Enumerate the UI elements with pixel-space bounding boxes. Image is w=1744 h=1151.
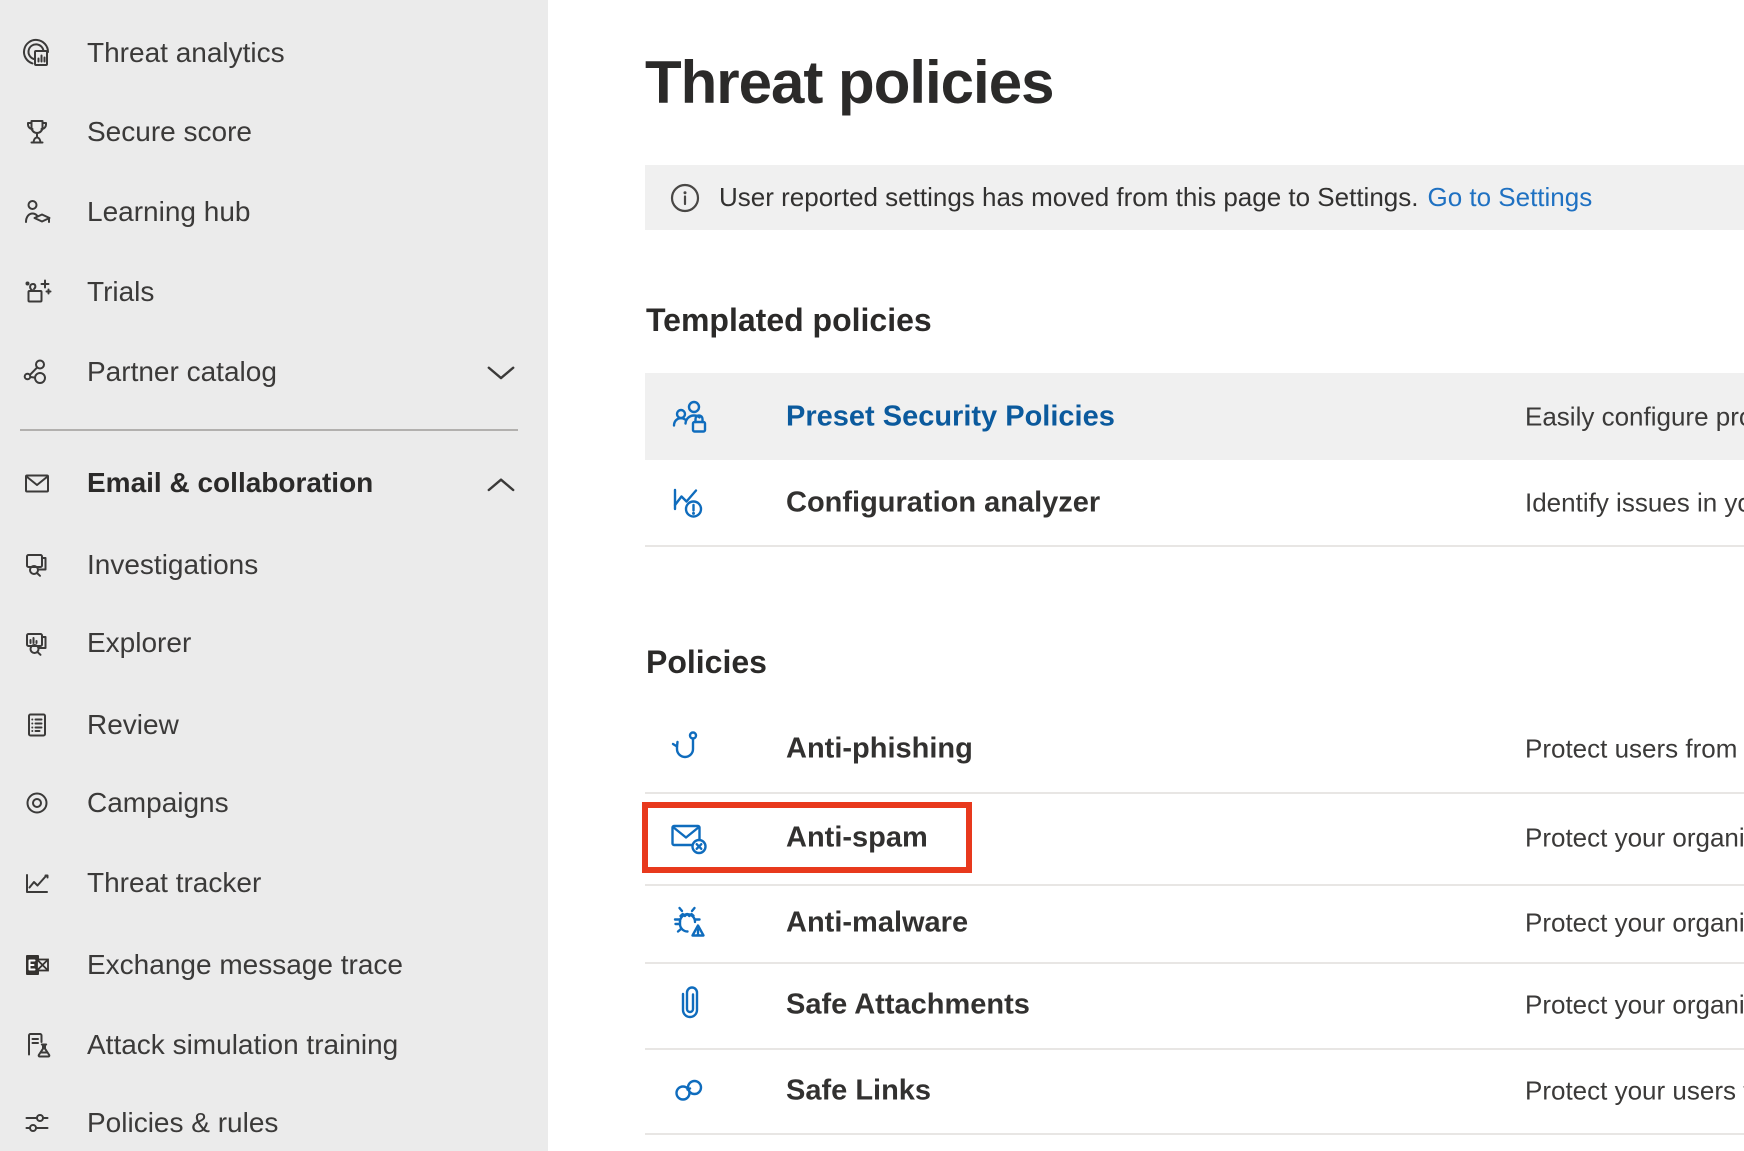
sidebar-item-label: Exchange message trace xyxy=(87,941,403,989)
preset-security-policies-icon xyxy=(668,395,712,439)
sidebar-item-review[interactable]: Review xyxy=(0,701,548,749)
safe-attachments-icon xyxy=(668,983,712,1027)
section-header-templated-policies: Templated policies xyxy=(646,303,932,338)
sidebar-item-attack-simulation-training[interactable]: Attack simulation training xyxy=(0,1021,548,1069)
sidebar-item-label: Secure score xyxy=(87,108,252,156)
sidebar-divider xyxy=(20,429,518,431)
sidebar-item-label: Explorer xyxy=(87,619,191,667)
campaigns-icon xyxy=(20,786,54,820)
sidebar: Threat analytics Secure score Learning h… xyxy=(0,0,548,1151)
row-anti-malware[interactable]: Anti-malware Protect your organiz xyxy=(645,884,1744,964)
policies-rules-icon xyxy=(20,1106,54,1140)
exchange-icon xyxy=(20,948,54,982)
sidebar-item-label: Campaigns xyxy=(87,779,229,827)
sidebar-item-label: Partner catalog xyxy=(87,348,277,396)
row-label-anti-malware[interactable]: Anti-malware xyxy=(786,907,968,940)
sidebar-item-threat-analytics[interactable]: Threat analytics xyxy=(0,29,548,77)
sidebar-item-threat-tracker[interactable]: Threat tracker xyxy=(0,859,548,907)
sidebar-item-learning-hub[interactable]: Learning hub xyxy=(0,188,548,236)
anti-malware-icon xyxy=(668,901,712,945)
sidebar-item-secure-score[interactable]: Secure score xyxy=(0,108,548,156)
row-description: Protect your organiz xyxy=(1525,990,1744,1021)
threat-analytics-icon xyxy=(20,36,54,70)
row-description: Protect users from p xyxy=(1525,733,1744,764)
review-icon xyxy=(20,708,54,742)
page-title: Threat policies xyxy=(645,50,1053,116)
sidebar-item-label: Threat tracker xyxy=(87,859,261,907)
row-description: Protect your organiz xyxy=(1525,823,1744,854)
threat-tracker-icon xyxy=(20,866,54,900)
sidebar-item-exchange-message-trace[interactable]: Exchange message trace xyxy=(0,941,548,989)
explorer-icon xyxy=(20,626,54,660)
configuration-analyzer-icon xyxy=(668,481,712,525)
sidebar-item-policies-rules[interactable]: Policies & rules xyxy=(0,1099,548,1147)
sidebar-item-label: Threat analytics xyxy=(87,29,285,77)
row-label-safe-attachments[interactable]: Safe Attachments xyxy=(786,989,1030,1022)
chevron-up-icon[interactable] xyxy=(486,475,516,493)
row-safe-attachments[interactable]: Safe Attachments Protect your organiz xyxy=(645,962,1744,1050)
secure-score-icon xyxy=(20,115,54,149)
row-label-anti-phishing[interactable]: Anti-phishing xyxy=(786,732,973,765)
sidebar-item-label: Trials xyxy=(87,268,154,316)
sidebar-item-investigations[interactable]: Investigations xyxy=(0,541,548,589)
row-anti-spam[interactable]: Anti-spam Protect your organiz xyxy=(645,792,1744,886)
banner-message: User reported settings has moved from th… xyxy=(719,165,1592,230)
row-label-anti-spam[interactable]: Anti-spam xyxy=(786,822,928,855)
row-safe-links[interactable]: Safe Links Protect your users fr xyxy=(645,1048,1744,1135)
sidebar-item-label: Review xyxy=(87,701,179,749)
section-header-policies: Policies xyxy=(646,645,767,680)
row-configuration-analyzer[interactable]: Configuration analyzer Identify issues i… xyxy=(645,460,1744,547)
row-label-preset-security-policies[interactable]: Preset Security Policies xyxy=(786,400,1115,433)
sidebar-section-email-collaboration[interactable]: Email & collaboration xyxy=(0,459,548,507)
anti-spam-icon xyxy=(668,816,712,860)
row-label-safe-links[interactable]: Safe Links xyxy=(786,1074,931,1107)
investigations-icon xyxy=(20,548,54,582)
email-icon xyxy=(20,466,54,500)
partner-catalog-icon xyxy=(20,355,54,389)
row-description: Protect your users fr xyxy=(1525,1075,1744,1106)
row-description: Identify issues in you xyxy=(1525,487,1744,518)
sidebar-item-label: Policies & rules xyxy=(87,1099,278,1147)
trials-icon xyxy=(20,275,54,309)
row-preset-security-policies[interactable]: Preset Security Policies Easily configur… xyxy=(645,373,1744,460)
banner-text: User reported settings has moved from th… xyxy=(719,182,1418,212)
sidebar-item-explorer[interactable]: Explorer xyxy=(0,619,548,667)
row-anti-phishing[interactable]: Anti-phishing Protect users from p xyxy=(645,705,1744,794)
row-description: Protect your organiz xyxy=(1525,908,1744,939)
row-description: Easily configure prot xyxy=(1525,401,1744,432)
attack-simulation-icon xyxy=(20,1028,54,1062)
sidebar-item-label: Learning hub xyxy=(87,188,250,236)
go-to-settings-link[interactable]: Go to Settings xyxy=(1427,182,1592,212)
safe-links-icon xyxy=(668,1069,712,1113)
anti-phishing-icon xyxy=(668,727,712,771)
chevron-down-icon[interactable] xyxy=(486,364,516,382)
learning-hub-icon xyxy=(20,195,54,229)
sidebar-item-campaigns[interactable]: Campaigns xyxy=(0,779,548,827)
info-banner: User reported settings has moved from th… xyxy=(645,165,1744,230)
sidebar-item-trials[interactable]: Trials xyxy=(0,268,548,316)
main-content: Threat policies User reported settings h… xyxy=(548,0,1744,1151)
sidebar-item-label: Attack simulation training xyxy=(87,1021,398,1069)
row-label-configuration-analyzer[interactable]: Configuration analyzer xyxy=(786,486,1100,519)
sidebar-item-label: Investigations xyxy=(87,541,258,589)
sidebar-item-partner-catalog[interactable]: Partner catalog xyxy=(0,348,548,396)
info-icon xyxy=(670,183,700,213)
sidebar-section-label: Email & collaboration xyxy=(87,459,373,507)
